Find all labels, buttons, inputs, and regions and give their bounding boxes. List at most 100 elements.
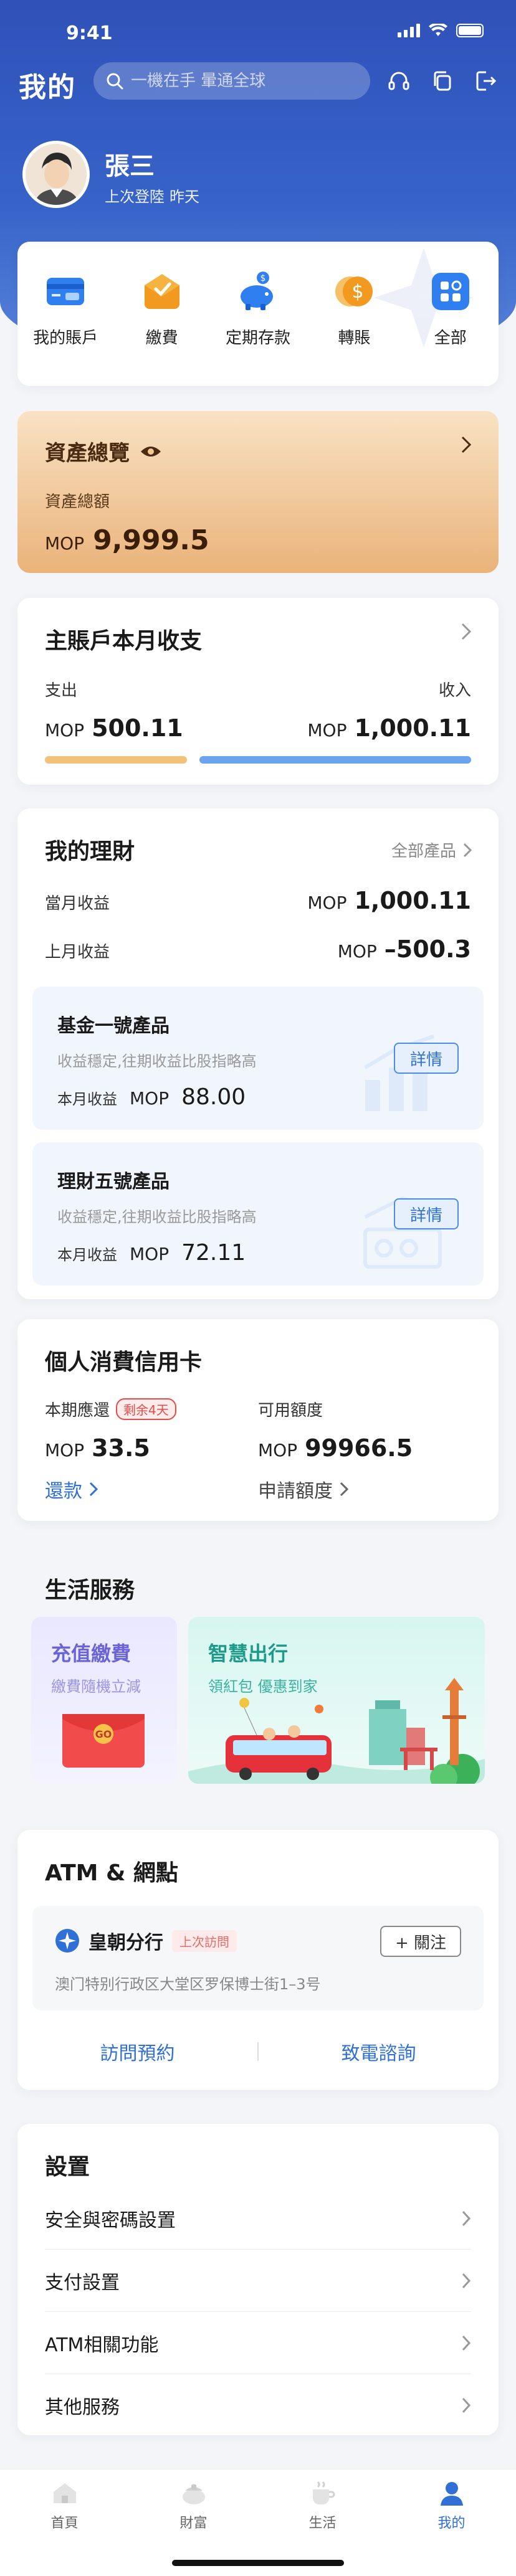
chevron-right-icon	[461, 436, 472, 453]
copy-icon[interactable]	[428, 66, 457, 96]
quick-my-account[interactable]: 我的賬戶	[19, 269, 112, 386]
eye-icon[interactable]	[140, 444, 162, 459]
search-input[interactable]	[131, 72, 355, 90]
profile: 張三 上次登陸 昨天	[22, 141, 496, 209]
chevron-right-icon	[462, 2210, 471, 2226]
chevron-right-icon	[340, 1482, 349, 1497]
headset-icon[interactable]	[384, 66, 414, 96]
assets-amount-value: 9,999.5	[93, 524, 209, 556]
settings-item-label: 安全與密碼設置	[45, 2209, 176, 2232]
assets-amount: MOP 9,999.5	[45, 524, 471, 556]
due-amount: MOP 33.5	[45, 1434, 258, 1462]
wealth-icon	[182, 2484, 205, 2504]
tab-mine[interactable]: 我的	[387, 2469, 516, 2576]
credit-grid: 本期應還 剩余4天 MOP 33.5 還款 可用額度 MOP 99966.5 申請額度	[45, 1398, 471, 1503]
wealth-row: 當月收益 MOP 1,000.11	[45, 887, 471, 914]
go-tag: GO	[95, 1728, 112, 1740]
svg-text:$: $	[352, 281, 364, 303]
recharge-card[interactable]: 充值繳費 繳費隨機立減 GO	[31, 1617, 177, 1784]
tab-label: 首頁	[50, 2516, 79, 2531]
settings-item-other[interactable]: 其他服務	[45, 2374, 471, 2436]
search-box[interactable]	[93, 62, 370, 100]
product-card[interactable]: 理財五號產品 收益穩定,往期收益比股指略高 本月收益 MOP 72.11 詳情	[32, 1142, 484, 1286]
detail-button[interactable]: 詳情	[394, 1043, 459, 1074]
all-products-link[interactable]: 全部產品	[391, 838, 472, 861]
quick-label: 定期存款	[225, 329, 290, 348]
wealth-row-value: 1,000.11	[354, 887, 471, 914]
settings-item-atm[interactable]: ATM相關功能	[45, 2312, 471, 2374]
quick-transfer[interactable]: $ 轉賬	[307, 269, 401, 386]
search-icon	[107, 73, 123, 90]
travel-bus-illustration-icon	[188, 1678, 485, 1784]
currency: MOP	[337, 941, 377, 962]
monthly-income-card[interactable]: 主賬戶本月收支 支出 收入 MOP 500.11 MOP 1,000.11	[17, 598, 499, 785]
repay-label: 還款	[45, 1480, 82, 1502]
logout-icon[interactable]	[471, 66, 501, 96]
earning-value: 88.00	[181, 1084, 246, 1110]
section-title: ATM & 網點	[45, 1860, 178, 1886]
wealth-row: 上月收益 MOP –500.3	[45, 935, 471, 963]
coffee-icon	[312, 2481, 335, 2504]
currency: MOP	[130, 1088, 170, 1109]
status-icons	[398, 24, 484, 37]
detail-button[interactable]: 詳情	[394, 1198, 459, 1229]
income-values: MOP 500.11 MOP 1,000.11	[45, 714, 471, 742]
limit-label: 可用額度	[258, 1401, 323, 1420]
product-card[interactable]: 基金一號產品 收益穩定,往期收益比股指略高 本月收益 MOP 88.00 詳情	[32, 987, 484, 1130]
repay-link[interactable]: 還款	[45, 1475, 258, 1503]
branch-name: 皇朝分行	[88, 1932, 163, 1954]
quick-label: 全部	[434, 329, 467, 348]
status-time: 9:41	[66, 22, 113, 44]
quick-label: 我的賬戶	[33, 329, 98, 348]
credit-limit-column: 可用額度 MOP 99966.5 申請額度	[258, 1398, 471, 1503]
smart-travel-card[interactable]: 智慧出行 領紅包 優惠到家	[188, 1617, 485, 1784]
all-products-label: 全部產品	[391, 842, 456, 861]
avatar[interactable]	[22, 141, 90, 208]
signal-icon	[398, 24, 420, 37]
quick-label: 繳費	[145, 329, 178, 348]
earning-value: 72.11	[181, 1240, 246, 1266]
chevron-right-icon	[463, 843, 472, 857]
assets-overview-card[interactable]: 資產總覽 資產總額 MOP 9,999.5	[17, 411, 499, 573]
page-title: 我的	[19, 72, 76, 103]
bank-logo-icon	[55, 1929, 79, 1953]
income-bar	[199, 756, 471, 764]
currency: MOP	[130, 1244, 170, 1264]
quick-all[interactable]: 全部	[404, 269, 497, 386]
life-services-title: 生活服務	[45, 1578, 135, 1603]
currency: MOP	[45, 533, 85, 554]
home-indicator	[172, 2560, 344, 2566]
wealth-row-label: 上月收益	[45, 943, 110, 962]
settings-item-payment[interactable]: 支付設置	[45, 2250, 471, 2312]
red-envelope-icon: GO	[62, 1714, 145, 1768]
earning-label: 本月收益	[57, 1091, 117, 1108]
income-labels: 支出 收入	[45, 678, 471, 701]
wealth-row-value: –500.3	[384, 935, 471, 963]
settings-item-security[interactable]: 安全與密碼設置	[45, 2187, 471, 2250]
raise-limit-link[interactable]: 申請額度	[258, 1475, 471, 1503]
tab-label: 生活	[308, 2516, 337, 2531]
quick-pay-bill[interactable]: 繳費	[115, 269, 209, 386]
follow-button[interactable]: + 關注	[380, 1926, 461, 1957]
currency: MOP	[258, 1440, 298, 1461]
branch-item[interactable]: 皇朝分行 上次訪問 + 關注 澳门特别行政区大堂区罗保博士街1–3号	[32, 1906, 484, 2010]
due-label-row: 本期應還 剩余4天	[45, 1398, 258, 1421]
call-consult-link[interactable]: 致電諮詢	[259, 2038, 499, 2065]
visit-booking-link[interactable]: 訪問預約	[17, 2038, 257, 2065]
last-login-label: 上次登陸	[105, 188, 165, 206]
tab-label: 財富	[179, 2516, 208, 2531]
tab-home[interactable]: 首頁	[0, 2469, 129, 2576]
settings-item-label: 支付設置	[45, 2271, 120, 2294]
header: 我的	[0, 60, 516, 105]
expense-bar	[45, 756, 187, 764]
atm-actions: 訪問預約 致電諮詢	[17, 2038, 499, 2065]
section-title: 設置	[45, 2154, 90, 2180]
currency: MOP	[307, 893, 347, 913]
earning-label: 本月收益	[57, 1246, 117, 1264]
settings-item-label: 其他服務	[45, 2397, 120, 2418]
expense-label: 支出	[45, 681, 78, 700]
wealth-row-label: 當月收益	[45, 894, 110, 913]
quick-fixed-deposit[interactable]: $ 定期存款	[211, 269, 305, 386]
assets-title: 資產總覽	[45, 436, 471, 466]
piggy-bank-icon: $	[240, 272, 273, 310]
